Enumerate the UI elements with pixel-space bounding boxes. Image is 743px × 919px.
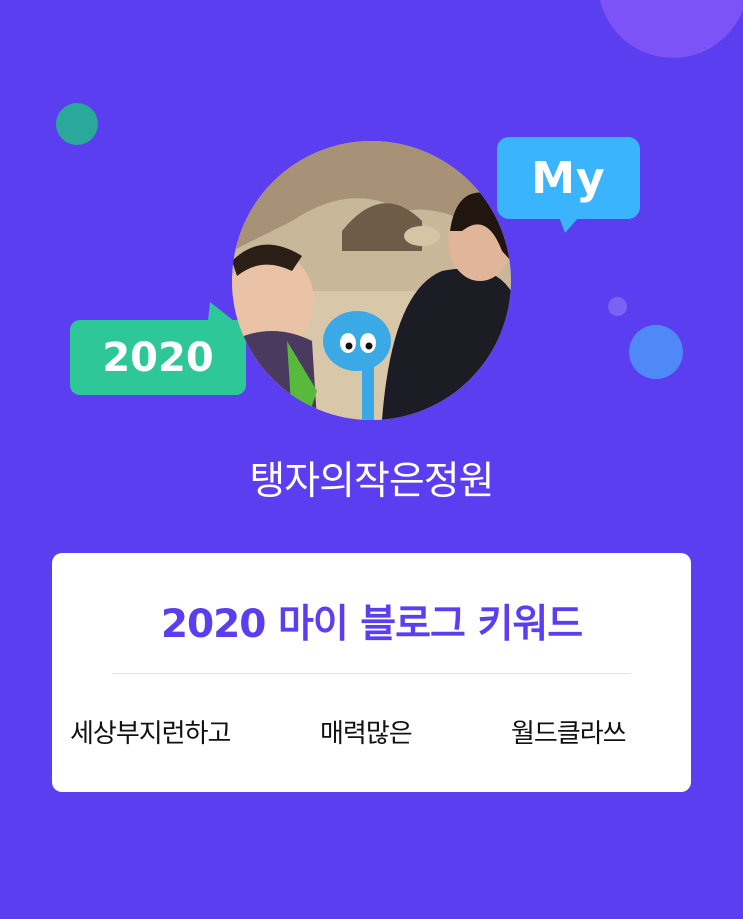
profile-photo-icon <box>232 141 511 420</box>
blog-name: 탱자의작은정원 <box>249 459 494 504</box>
keyword-card: 2020 마이 블로그 키워드 세상부지런하고 매력많은 월드클라쓰 <box>52 553 691 792</box>
decor-circle-small <box>608 297 627 316</box>
keyword-item: 세상부지런하고 <box>70 719 231 749</box>
year-badge-tail <box>208 302 234 321</box>
year-badge-label: 2020 <box>70 320 246 395</box>
decor-circle-teal <box>56 103 98 145</box>
keyword-item: 매력많은 <box>320 719 413 749</box>
my-badge-label: My <box>497 137 640 219</box>
card-title: 2020 마이 블로그 키워드 <box>160 602 583 647</box>
decor-circle-blue <box>629 325 683 379</box>
my-badge: My <box>497 137 640 233</box>
card-divider <box>112 673 631 674</box>
profile-avatar <box>232 141 511 420</box>
year-badge: 2020 <box>70 302 246 395</box>
my-badge-tail <box>559 217 579 233</box>
decor-circle-large <box>598 0 743 58</box>
keyword-list: 세상부지런하고 매력많은 월드클라쓰 <box>52 713 691 753</box>
keyword-item: 월드클라쓰 <box>511 719 627 749</box>
